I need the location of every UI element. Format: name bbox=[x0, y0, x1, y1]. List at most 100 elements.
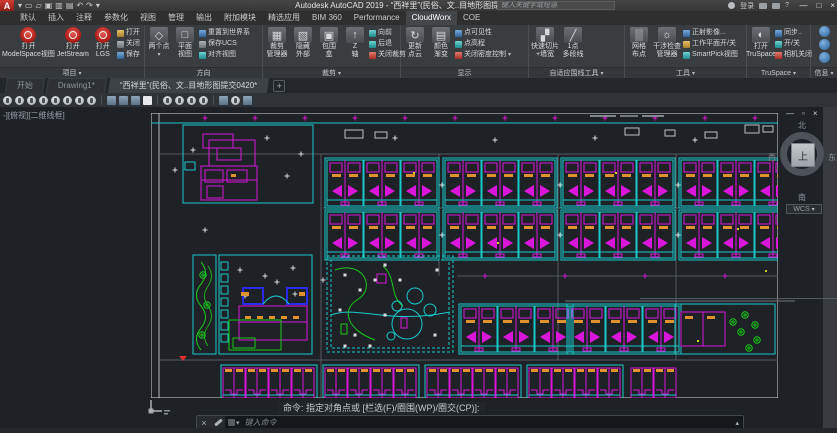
info-icon-2[interactable] bbox=[819, 39, 830, 50]
tab-manage[interactable]: 管理 bbox=[162, 11, 190, 25]
recent-commands-button[interactable]: ▾ bbox=[228, 419, 240, 427]
panel-label-truspace[interactable]: TruSpace▾ bbox=[747, 67, 810, 78]
project-close-button[interactable]: 关闭 bbox=[117, 39, 140, 49]
camera-off-button[interactable]: 相机关闭 bbox=[775, 50, 812, 60]
viewcube[interactable]: 北 西 东 南 上 WCS ▾ bbox=[772, 120, 834, 206]
drawing-canvas[interactable]: -][俯视][二维线框] — ▫ × bbox=[0, 107, 837, 433]
toolbar-icon-3[interactable] bbox=[27, 96, 36, 105]
viewcube-east-label[interactable]: 东 bbox=[828, 152, 836, 163]
toolbar-icon-11[interactable] bbox=[131, 96, 140, 105]
hide-outside-button[interactable]: ▧ 隐藏 外部 bbox=[291, 26, 315, 66]
redo-icon[interactable]: ↷ bbox=[86, 1, 93, 11]
command-input[interactable] bbox=[243, 417, 732, 428]
viewcube-north-label[interactable]: 北 bbox=[798, 120, 806, 131]
open-modelspace-view-button[interactable]: 打开 ModelSpace视图 bbox=[2, 26, 55, 66]
open-truspace-button[interactable]: ◐ 打开 TruSpace bbox=[749, 26, 773, 66]
clash-manager-button[interactable]: ☼ 干涉检查 管理器 bbox=[653, 26, 681, 66]
tab-coe[interactable]: COE bbox=[457, 11, 486, 25]
toolbar-icon-4[interactable] bbox=[39, 96, 48, 105]
project-save-button[interactable]: 保存 bbox=[117, 50, 140, 60]
toolbar-icon-6[interactable] bbox=[63, 96, 72, 105]
doc-minimize-button[interactable]: — bbox=[786, 109, 794, 118]
open-file-icon[interactable]: ▱ bbox=[36, 1, 42, 11]
update-pointcloud-button[interactable]: ↻ 更新 点云 bbox=[403, 26, 427, 66]
toolbar-icon-5[interactable] bbox=[51, 96, 60, 105]
toolbar-icon-7[interactable] bbox=[75, 96, 84, 105]
help-search-box[interactable] bbox=[497, 1, 615, 10]
color-ramp-button[interactable]: ▤ 颜色 渐变 bbox=[429, 26, 453, 66]
viewcube-south-label[interactable]: 南 bbox=[798, 192, 806, 203]
signin-person-icon[interactable] bbox=[728, 2, 735, 9]
close-button[interactable]: × bbox=[830, 1, 835, 10]
tab-insert[interactable]: 插入 bbox=[42, 11, 70, 25]
save-ucs-button[interactable]: 保存UCS bbox=[199, 39, 250, 49]
crop-manager-button[interactable]: ▦ 裁剪 管理器 bbox=[265, 26, 289, 66]
help-icon[interactable]: ? bbox=[785, 2, 789, 9]
workplane-toggle-button[interactable]: 工作平面开/关 bbox=[683, 39, 738, 49]
signin-label[interactable]: 登录 bbox=[740, 1, 754, 11]
app-menu-button[interactable]: A bbox=[0, 0, 14, 11]
viewport-controls-label[interactable]: -][俯视][二维线框] bbox=[3, 110, 65, 121]
reset-to-world-button[interactable]: 重置到世界系 bbox=[199, 28, 250, 38]
toolbar-icon-19[interactable] bbox=[243, 96, 252, 105]
toolbar-icon-2[interactable] bbox=[15, 96, 24, 105]
density-control-off-button[interactable]: 关闭密度控制▾ bbox=[455, 50, 511, 60]
project-open-button[interactable]: 打开 bbox=[117, 28, 140, 38]
open-jetstream-button[interactable]: 打开 JetStream bbox=[57, 26, 89, 66]
new-drawing-tab-button[interactable]: + bbox=[273, 80, 285, 92]
bounding-box-button[interactable]: ▣ 包围 盒 bbox=[317, 26, 341, 66]
viewcube-west-label[interactable]: 西 bbox=[768, 152, 776, 163]
point-elevation-button[interactable]: 点高程 bbox=[455, 39, 511, 49]
toolbar-icon-13[interactable] bbox=[163, 96, 172, 105]
panel-label-project[interactable]: 项目▾ bbox=[0, 67, 144, 78]
smartpick-view-button[interactable]: SmartPick视图 bbox=[683, 50, 738, 60]
tab-cloudworx[interactable]: CloudWorx bbox=[406, 11, 457, 25]
doc-tab-drawing1[interactable]: Drawing1* bbox=[46, 78, 107, 93]
tab-output[interactable]: 输出 bbox=[190, 11, 218, 25]
tab-parametric[interactable]: 参数化 bbox=[98, 11, 134, 25]
qat-dropdown-icon[interactable]: ▾ bbox=[96, 1, 100, 11]
panel-label-crop[interactable]: 裁剪▾ bbox=[263, 67, 400, 78]
doc-tab-active-drawing[interactable]: “西祥里”(民俗、文..目地形图提交0420* bbox=[108, 78, 269, 93]
align-view-button[interactable]: 对齐视图 bbox=[199, 50, 250, 60]
undo-icon[interactable]: ↶ bbox=[76, 1, 83, 11]
viewcube-top-face[interactable]: 上 bbox=[791, 143, 815, 167]
panel-label-info[interactable]: 信息▾ bbox=[811, 67, 837, 78]
one-point-polyline-button[interactable]: ╱ 1点 多段线 bbox=[561, 26, 585, 66]
toolbar-icon-16[interactable] bbox=[199, 96, 208, 105]
minimize-button[interactable]: — bbox=[799, 1, 807, 10]
toolbar-icon-9[interactable] bbox=[107, 96, 116, 105]
command-expand-button[interactable]: ▴ bbox=[731, 419, 743, 427]
toolbar-icon-12[interactable] bbox=[143, 96, 152, 105]
quick-slice-button[interactable]: ▞ 快速切片 +墙宽 bbox=[531, 26, 559, 66]
toolbar-icon-17[interactable] bbox=[219, 96, 228, 105]
toolbar-icon-1[interactable] bbox=[3, 96, 12, 105]
app-menu-arrow-icon[interactable]: ▾ bbox=[18, 1, 22, 11]
tab-default[interactable]: 默认 bbox=[14, 11, 42, 25]
info-icon-3[interactable] bbox=[819, 52, 830, 63]
panel-label-adaptive[interactable]: 自适应围线工具▾ bbox=[529, 67, 624, 78]
point-visibility-button[interactable]: 点可见性 bbox=[455, 28, 511, 38]
doc-restore-button[interactable]: ▫ bbox=[802, 109, 805, 118]
new-file-icon[interactable]: ▭ bbox=[25, 1, 33, 11]
cad-drawing[interactable] bbox=[145, 110, 795, 410]
info-icon-1[interactable] bbox=[819, 26, 830, 37]
doc-tab-start[interactable]: 开始 bbox=[5, 78, 45, 93]
truspace-sync-button[interactable]: 同步.. bbox=[775, 28, 812, 38]
truspace-toggle-button[interactable]: 开/关 bbox=[775, 39, 812, 49]
tab-performance[interactable]: Performance bbox=[348, 11, 406, 25]
toolbar-icon-10[interactable] bbox=[119, 96, 128, 105]
toolbar-icon-15[interactable] bbox=[187, 96, 196, 105]
app-store-icon[interactable] bbox=[759, 3, 767, 9]
maximize-button[interactable]: □ bbox=[816, 1, 821, 10]
plan-view-button[interactable]: □ 平面 视图 bbox=[173, 26, 197, 66]
open-lgs-button[interactable]: 打开 LGS bbox=[91, 26, 115, 66]
tab-view[interactable]: 视图 bbox=[134, 11, 162, 25]
tab-bim360[interactable]: BIM 360 bbox=[306, 11, 348, 25]
z-axis-button[interactable]: ↑ Z 轴 bbox=[343, 26, 367, 66]
grid-points-button[interactable]: ▒ 网格 布点 bbox=[627, 26, 651, 66]
a360-cloud-icon[interactable] bbox=[772, 3, 780, 9]
search-input[interactable] bbox=[498, 2, 614, 9]
tab-featured-apps[interactable]: 精选应用 bbox=[262, 11, 306, 25]
save-icon[interactable]: ▣ bbox=[45, 1, 53, 11]
